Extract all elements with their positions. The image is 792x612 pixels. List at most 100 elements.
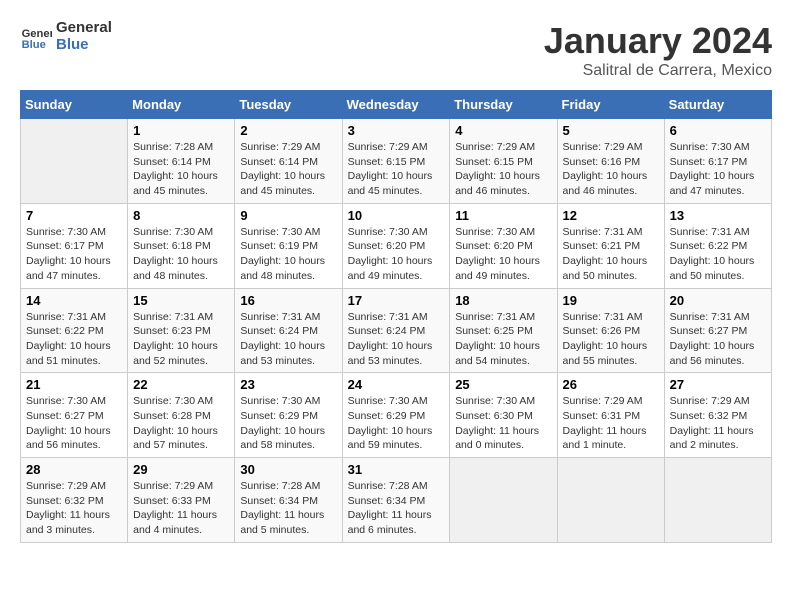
- day-info: Sunrise: 7:31 AMSunset: 6:23 PMDaylight:…: [133, 310, 229, 369]
- calendar-cell: 2Sunrise: 7:29 AMSunset: 6:14 PMDaylight…: [235, 119, 342, 204]
- day-number: 21: [26, 377, 122, 392]
- day-number: 29: [133, 462, 229, 477]
- day-info: Sunrise: 7:29 AMSunset: 6:32 PMDaylight:…: [26, 479, 122, 538]
- day-info: Sunrise: 7:30 AMSunset: 6:17 PMDaylight:…: [26, 225, 122, 284]
- svg-text:Blue: Blue: [22, 39, 46, 51]
- calendar-cell: 12 Sunrise: 7:31 AMSunset: 6:21 PMDayligh…: [557, 203, 664, 288]
- day-info: Sunrise: 7:29 AMSunset: 6:31 PMDaylight:…: [563, 394, 659, 453]
- header-day-saturday: Saturday: [664, 91, 771, 119]
- day-number: 27: [670, 377, 766, 392]
- calendar-cell: 6 Sunrise: 7:30 AMSunset: 6:17 PMDaylight…: [664, 119, 771, 204]
- day-info: Sunrise: 7:28 AMSunset: 6:14 PMDaylight:…: [133, 140, 229, 199]
- day-info: Sunrise: 7:30 AMSunset: 6:27 PMDaylight:…: [26, 394, 122, 453]
- page-title: January 2024: [544, 20, 772, 62]
- logo-text-blue: Blue: [56, 37, 112, 54]
- day-info: Sunrise: 7:31 AMSunset: 6:25 PMDaylight:…: [455, 310, 551, 369]
- day-info: Sunrise: 7:28 AMSunset: 6:34 PMDaylight:…: [240, 479, 336, 538]
- day-number: 26: [563, 377, 659, 392]
- day-info: Sunrise: 7:31 AMSunset: 6:24 PMDaylight:…: [348, 310, 445, 369]
- calendar-cell: 5 Sunrise: 7:29 AMSunset: 6:16 PMDaylight…: [557, 119, 664, 204]
- calendar-cell: [450, 458, 557, 543]
- calendar-cell: 11 Sunrise: 7:30 AMSunset: 6:20 PMDayligh…: [450, 203, 557, 288]
- day-info: Sunrise: 7:30 AMSunset: 6:17 PMDaylight:…: [670, 140, 766, 199]
- calendar-table: SundayMondayTuesdayWednesdayThursdayFrid…: [20, 90, 772, 543]
- logo: General Blue General Blue: [20, 20, 112, 53]
- calendar-cell: 19 Sunrise: 7:31 AMSunset: 6:26 PMDayligh…: [557, 288, 664, 373]
- title-section: January 2024 Salitral de Carrera, Mexico: [544, 20, 772, 80]
- day-info: Sunrise: 7:30 AMSunset: 6:30 PMDaylight:…: [455, 394, 551, 453]
- week-row-4: 21 Sunrise: 7:30 AMSunset: 6:27 PMDayligh…: [21, 373, 772, 458]
- calendar-cell: 7 Sunrise: 7:30 AMSunset: 6:17 PMDaylight…: [21, 203, 128, 288]
- week-row-3: 14 Sunrise: 7:31 AMSunset: 6:22 PMDayligh…: [21, 288, 772, 373]
- day-number: 1: [133, 123, 229, 138]
- week-row-1: 1 Sunrise: 7:28 AMSunset: 6:14 PMDaylight…: [21, 119, 772, 204]
- calendar-cell: 3 Sunrise: 7:29 AMSunset: 6:15 PMDaylight…: [342, 119, 450, 204]
- calendar-cell: 8Sunrise: 7:30 AMSunset: 6:18 PMDaylight…: [128, 203, 235, 288]
- day-info: Sunrise: 7:31 AMSunset: 6:26 PMDaylight:…: [563, 310, 659, 369]
- day-number: 28: [26, 462, 122, 477]
- calendar-cell: 28 Sunrise: 7:29 AMSunset: 6:32 PMDayligh…: [21, 458, 128, 543]
- day-number: 18: [455, 293, 551, 308]
- day-info: Sunrise: 7:29 AMSunset: 6:32 PMDaylight:…: [670, 394, 766, 453]
- day-info: Sunrise: 7:30 AMSunset: 6:28 PMDaylight:…: [133, 394, 229, 453]
- header-day-friday: Friday: [557, 91, 664, 119]
- calendar-cell: 26 Sunrise: 7:29 AMSunset: 6:31 PMDayligh…: [557, 373, 664, 458]
- calendar-cell: [664, 458, 771, 543]
- day-number: 9: [240, 208, 336, 223]
- day-info: Sunrise: 7:29 AMSunset: 6:16 PMDaylight:…: [563, 140, 659, 199]
- calendar-cell: 13 Sunrise: 7:31 AMSunset: 6:22 PMDayligh…: [664, 203, 771, 288]
- day-info: Sunrise: 7:31 AMSunset: 6:22 PMDaylight:…: [26, 310, 122, 369]
- day-number: 11: [455, 208, 551, 223]
- day-info: Sunrise: 7:29 AMSunset: 6:15 PMDaylight:…: [348, 140, 445, 199]
- day-info: Sunrise: 7:30 AMSunset: 6:20 PMDaylight:…: [348, 225, 445, 284]
- day-number: 30: [240, 462, 336, 477]
- day-info: Sunrise: 7:28 AMSunset: 6:34 PMDaylight:…: [348, 479, 445, 538]
- day-info: Sunrise: 7:31 AMSunset: 6:22 PMDaylight:…: [670, 225, 766, 284]
- day-number: 19: [563, 293, 659, 308]
- header-day-wednesday: Wednesday: [342, 91, 450, 119]
- day-number: 15: [133, 293, 229, 308]
- calendar-cell: 25Sunrise: 7:30 AMSunset: 6:30 PMDayligh…: [450, 373, 557, 458]
- day-number: 3: [348, 123, 445, 138]
- calendar-cell: 31 Sunrise: 7:28 AMSunset: 6:34 PMDayligh…: [342, 458, 450, 543]
- header-day-tuesday: Tuesday: [235, 91, 342, 119]
- day-info: Sunrise: 7:31 AMSunset: 6:21 PMDaylight:…: [563, 225, 659, 284]
- calendar-cell: 23Sunrise: 7:30 AMSunset: 6:29 PMDayligh…: [235, 373, 342, 458]
- svg-text:General: General: [22, 28, 52, 40]
- day-number: 6: [670, 123, 766, 138]
- logo-icon: General Blue: [20, 21, 52, 53]
- day-number: 17: [348, 293, 445, 308]
- day-info: Sunrise: 7:29 AMSunset: 6:15 PMDaylight:…: [455, 140, 551, 199]
- calendar-cell: 24Sunrise: 7:30 AMSunset: 6:29 PMDayligh…: [342, 373, 450, 458]
- header-day-thursday: Thursday: [450, 91, 557, 119]
- page-header: General Blue General Blue January 2024 S…: [20, 20, 772, 80]
- calendar-cell: 1 Sunrise: 7:28 AMSunset: 6:14 PMDaylight…: [128, 119, 235, 204]
- day-number: 14: [26, 293, 122, 308]
- day-number: 5: [563, 123, 659, 138]
- calendar-cell: 21 Sunrise: 7:30 AMSunset: 6:27 PMDayligh…: [21, 373, 128, 458]
- day-number: 13: [670, 208, 766, 223]
- day-number: 20: [670, 293, 766, 308]
- day-number: 2: [240, 123, 336, 138]
- calendar-cell: 15 Sunrise: 7:31 AMSunset: 6:23 PMDayligh…: [128, 288, 235, 373]
- day-info: Sunrise: 7:31 AMSunset: 6:27 PMDaylight:…: [670, 310, 766, 369]
- day-number: 7: [26, 208, 122, 223]
- calendar-cell: [21, 119, 128, 204]
- calendar-cell: 18 Sunrise: 7:31 AMSunset: 6:25 PMDayligh…: [450, 288, 557, 373]
- calendar-cell: 29Sunrise: 7:29 AMSunset: 6:33 PMDayligh…: [128, 458, 235, 543]
- day-info: Sunrise: 7:30 AMSunset: 6:29 PMDaylight:…: [240, 394, 336, 453]
- calendar-cell: 16Sunrise: 7:31 AMSunset: 6:24 PMDayligh…: [235, 288, 342, 373]
- calendar-cell: 17 Sunrise: 7:31 AMSunset: 6:24 PMDayligh…: [342, 288, 450, 373]
- day-number: 10: [348, 208, 445, 223]
- day-info: Sunrise: 7:30 AMSunset: 6:20 PMDaylight:…: [455, 225, 551, 284]
- calendar-cell: 30 Sunrise: 7:28 AMSunset: 6:34 PMDayligh…: [235, 458, 342, 543]
- day-number: 12: [563, 208, 659, 223]
- day-number: 16: [240, 293, 336, 308]
- day-number: 4: [455, 123, 551, 138]
- calendar-cell: 4 Sunrise: 7:29 AMSunset: 6:15 PMDaylight…: [450, 119, 557, 204]
- week-row-5: 28 Sunrise: 7:29 AMSunset: 6:32 PMDayligh…: [21, 458, 772, 543]
- day-info: Sunrise: 7:30 AMSunset: 6:19 PMDaylight:…: [240, 225, 336, 284]
- day-number: 22: [133, 377, 229, 392]
- day-number: 31: [348, 462, 445, 477]
- day-number: 24: [348, 377, 445, 392]
